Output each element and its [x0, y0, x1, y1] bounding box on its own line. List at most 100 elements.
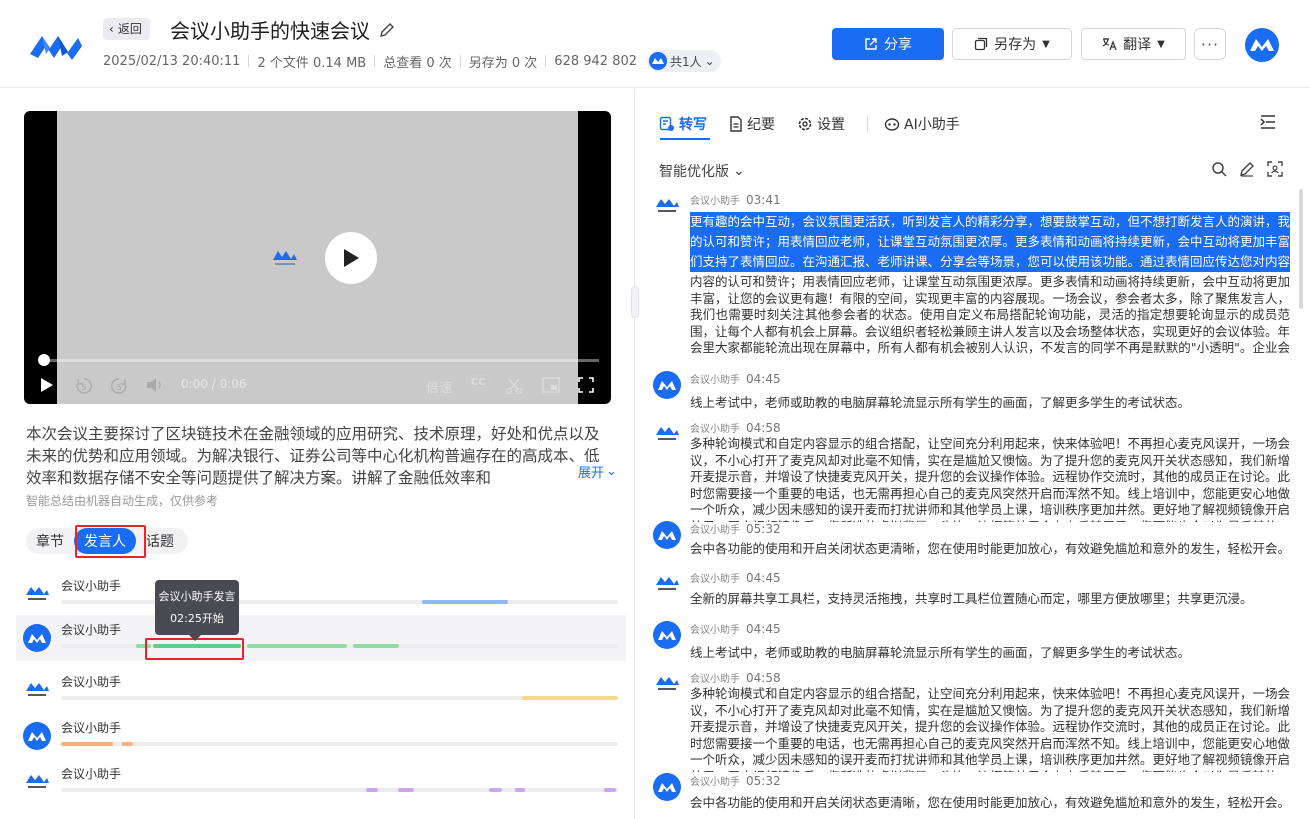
scan-icon[interactable] [1267, 161, 1283, 177]
picture-in-picture-icon [542, 377, 560, 393]
rewind-5-button[interactable]: 5 [75, 377, 93, 395]
speech-segment[interactable] [366, 788, 378, 792]
save-count: 另存为 0 次 [468, 55, 538, 71]
page-title: 会议小助手的快速会议 [170, 15, 396, 44]
shared-users-chip[interactable]: 共1人 ⌄ [647, 50, 721, 72]
volume-button[interactable] [146, 377, 164, 393]
org-logo-icon [23, 676, 51, 704]
entry-time[interactable]: 05:32 [746, 774, 781, 788]
entry-time[interactable]: 03:41 [746, 193, 781, 207]
speaker-row[interactable]: 会议小助手 [16, 667, 626, 713]
edit-icon[interactable] [378, 21, 396, 39]
play-icon [41, 378, 53, 392]
entry-time[interactable]: 04:58 [746, 671, 781, 685]
speaker-row-selected[interactable]: 会议小助手 [16, 615, 626, 661]
org-logo-icon [653, 670, 681, 698]
highlight-box [145, 638, 244, 660]
save-as-button[interactable]: 另存为 ▼ [952, 28, 1072, 60]
entry-text[interactable]: 线上考试中，老师或助教的电脑屏幕轮流显示所有学生的画面，了解更多学生的考试状态。 [690, 645, 1290, 662]
more-button[interactable]: ··· [1194, 28, 1226, 60]
active-tab-indicator [660, 138, 710, 140]
speaker-timeline[interactable] [61, 600, 618, 604]
entry-text[interactable]: 全新的屏幕共享工具栏，支持灵活拖拽，共享时工具栏位置随心而定，哪里方便放哪里；共… [690, 591, 1290, 608]
entry-text[interactable]: 多种轮询模式和自定内容显示的组合搭配，让空间充分利用起来，快来体验吧！不再担心麦… [690, 436, 1290, 522]
speaker-avatar-icon [653, 371, 681, 399]
speaker-timeline[interactable] [61, 742, 618, 746]
speaker-timeline[interactable] [61, 788, 618, 792]
chevron-down-icon: ⌄ [606, 464, 617, 479]
tab-chapter[interactable]: 章节 [26, 528, 74, 554]
fullscreen-icon [578, 377, 594, 393]
right-tabs: 转写 纪要 设置 AI小助手 [659, 113, 982, 135]
speech-segment[interactable] [604, 788, 616, 792]
back-button[interactable]: ‹ 返回 [103, 18, 150, 40]
speech-segment[interactable] [353, 644, 399, 648]
speech-segment[interactable] [398, 788, 414, 792]
highlight-box [75, 525, 146, 558]
ai-disclaimer: 智能总结由机器自动生成，仅供参考 [26, 494, 219, 508]
tab-minutes[interactable]: 纪要 [729, 113, 775, 135]
tab-transcript[interactable]: 转写 [659, 113, 707, 135]
forward-5-button[interactable]: 5 [110, 377, 128, 395]
entry-time[interactable]: 04:58 [746, 421, 781, 435]
tab-ai-assistant[interactable]: AI小助手 [884, 113, 960, 135]
tab-transcript-label: 转写 [679, 117, 707, 133]
clip-button[interactable] [505, 377, 523, 395]
entry-speaker: 会议小助手 [690, 375, 740, 386]
share-button[interactable]: 分享 [832, 28, 944, 60]
org-logo-icon [653, 192, 681, 220]
translate-button[interactable]: 翻译 ▼ [1081, 28, 1186, 60]
entry-speaker: 会议小助手 [690, 674, 740, 685]
meeting-meta: 2025/02/13 20:40:11 2 个文件 0.14 MB 总查看 0 … [103, 50, 721, 72]
collapse-panel-icon[interactable] [1259, 113, 1277, 131]
search-icon[interactable] [1211, 161, 1227, 177]
speaker-name: 会议小助手 [61, 721, 122, 735]
speech-segment[interactable] [122, 742, 133, 746]
video-time: 0:00 / 0:06 [181, 377, 247, 391]
translate-label: 翻译 [1123, 37, 1152, 53]
chevron-left-icon: ‹ [109, 22, 114, 36]
speech-segment[interactable] [61, 742, 113, 746]
chevron-down-icon: ⌄ [704, 54, 715, 68]
speech-segment[interactable] [247, 644, 347, 648]
entry-time[interactable]: 04:45 [746, 571, 781, 585]
speaker-avatar-icon [23, 722, 51, 750]
highlighted-line: 的认可和赞许；用表情回应老师，让课堂互动氛围更浓厚。更多表情和动画将持续更新，会… [690, 232, 1290, 252]
progress-handle[interactable] [38, 354, 50, 366]
speaker-row[interactable]: 会议小助手 [16, 759, 626, 805]
play-control[interactable] [40, 377, 54, 393]
entry-time[interactable]: 04:45 [746, 622, 781, 636]
speaker-row[interactable]: 会议小助手 [16, 571, 626, 617]
entry-text[interactable]: 线上考试中，老师或助教的电脑屏幕轮流显示所有学生的画面，了解更多学生的考试状态。 [690, 395, 1290, 412]
speed-button[interactable]: 倍速 [426, 377, 452, 396]
video-progress-bar[interactable] [42, 359, 599, 362]
entry-text[interactable]: 多种轮询模式和自定内容显示的组合搭配，让空间充分利用起来，快来体验吧！不再担心麦… [690, 686, 1290, 772]
entry-text[interactable]: 会中各功能的使用和开启关闭状态更清晰，您在使用时能更加放心，有效避免尴尬和意外的… [690, 541, 1290, 558]
user-avatar[interactable] [1245, 28, 1279, 62]
entry-time[interactable]: 05:32 [746, 522, 781, 536]
speaker-row[interactable]: 会议小助手 [16, 713, 626, 759]
entry-text[interactable]: 更有趣的会中互动，会议氛围更活跃，听到发言人的精彩分享，想要鼓掌互动，但不想打断… [690, 212, 1290, 357]
play-button[interactable] [325, 232, 377, 284]
version-dropdown[interactable]: 智能优化版 ⌄ [659, 161, 745, 181]
expand-button[interactable]: 展开 ⌄ [574, 462, 617, 481]
tab-settings[interactable]: 设置 [797, 113, 845, 135]
caption-button[interactable]: CC [467, 375, 490, 390]
speech-segment[interactable] [422, 600, 508, 604]
edit-icon[interactable] [1239, 161, 1255, 177]
meta-divider [459, 55, 461, 67]
entry-text[interactable]: 会中各功能的使用和开启关闭状态更清晰，您在使用时能更加放心，有效避免尴尬和意外的… [690, 795, 1290, 812]
gear-icon [798, 117, 812, 131]
speech-segment[interactable] [489, 788, 502, 792]
share-icon [865, 38, 877, 50]
entry-time[interactable]: 04:45 [746, 372, 781, 386]
play-icon [344, 249, 359, 267]
speech-segment[interactable] [515, 788, 525, 792]
fullscreen-button[interactable] [578, 377, 594, 393]
pip-button[interactable] [542, 377, 560, 393]
transcript-scrollbar[interactable] [1299, 189, 1303, 309]
speaker-timeline[interactable] [61, 696, 618, 700]
app-logo [30, 36, 82, 60]
video-player[interactable]: 5 5 0:00 / 0:06 倍速 CC [24, 111, 611, 404]
speech-segment[interactable] [522, 696, 618, 700]
